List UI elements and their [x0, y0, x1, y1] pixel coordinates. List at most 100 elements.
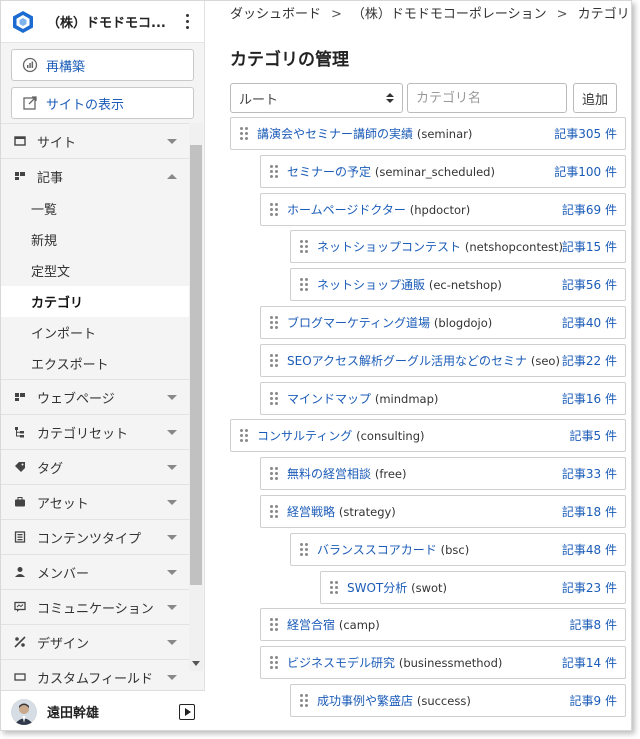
entry-count-link[interactable]: 記事40 件 [562, 314, 617, 331]
category-name[interactable]: 無料の経営相談 [287, 467, 371, 481]
category-row[interactable]: ネットショップ通販 (ec-netshop) 記事56 件 [290, 268, 626, 301]
breadcrumb-site[interactable]: （株）ドモドモコーポレーション [352, 7, 547, 22]
category-row[interactable]: 講演会やセミナー講師の実績 (seminar) 記事305 件 [230, 117, 626, 150]
parent-category-select[interactable]: ルート [230, 83, 403, 113]
entry-count-link[interactable]: 記事33 件 [562, 465, 617, 482]
entry-count-link[interactable]: 記事9 件 [570, 692, 617, 709]
sidebar-item-tag[interactable]: タグ [1, 449, 189, 484]
submenu-item-category[interactable]: カテゴリ [1, 286, 189, 317]
drag-handle-icon[interactable] [261, 609, 287, 640]
sidebar-item-communication[interactable]: コミュニケーション [1, 589, 189, 624]
entry-count-link[interactable]: 記事56 件 [562, 276, 617, 293]
category-row[interactable]: ブログマーケティング道場 (blogdojo) 記事40 件 [260, 306, 626, 339]
drag-handle-icon[interactable] [321, 572, 347, 603]
category-name-input[interactable] [407, 83, 567, 113]
sidebar-item-design[interactable]: デザイン [1, 624, 189, 659]
category-row[interactable]: 成功事例や繁盛店 (success) 記事9 件 [290, 684, 626, 717]
category-label[interactable]: ネットショップ通販 (ec-netshop) [317, 276, 562, 293]
category-name[interactable]: SEOアクセス解析グーグル活用などのセミナ [287, 354, 527, 368]
drag-handle-icon[interactable] [261, 194, 287, 225]
category-name[interactable]: コンサルティング [257, 429, 352, 443]
category-label[interactable]: 経営戦略 (strategy) [287, 503, 562, 520]
category-name[interactable]: ネットショップ通販 [317, 278, 425, 292]
category-name[interactable]: バランススコアカード [317, 543, 437, 557]
entry-count-link[interactable]: 記事8 件 [570, 616, 617, 633]
category-label[interactable]: ホームページドクター (hpdoctor) [287, 201, 562, 218]
entry-count-link[interactable]: 記事5 件 [570, 427, 617, 444]
category-label[interactable]: バランススコアカード (bsc) [317, 541, 562, 558]
drag-handle-icon[interactable] [261, 307, 287, 338]
category-label[interactable]: 講演会やセミナー講師の実績 (seminar) [257, 125, 554, 142]
entry-count-link[interactable]: 記事14 件 [562, 654, 617, 671]
sidebar-item-custom-field[interactable]: カスタムフィールド [1, 659, 189, 694]
submenu-item-new[interactable]: 新規 [1, 224, 189, 255]
entry-count-link[interactable]: 記事16 件 [562, 390, 617, 407]
category-label[interactable]: ネットショップコンテスト (netshopcontest) [317, 238, 562, 255]
category-name[interactable]: ホームページドクター [287, 203, 406, 217]
category-row[interactable]: 経営戦略 (strategy) 記事18 件 [260, 495, 626, 528]
category-name[interactable]: ビジネスモデル研究 [287, 656, 395, 670]
category-label[interactable]: コンサルティング (consulting) [257, 427, 570, 444]
category-name[interactable]: セミナーの予定 [287, 165, 371, 179]
category-row[interactable]: バランススコアカード (bsc) 記事48 件 [290, 533, 626, 566]
rebuild-button[interactable]: 再構築 [11, 49, 194, 81]
breadcrumb-dashboard[interactable]: ダッシュボード [230, 7, 321, 22]
category-name[interactable]: 経営合宿 [287, 618, 335, 632]
avatar[interactable] [11, 698, 37, 725]
category-label[interactable]: ビジネスモデル研究 (businessmethod) [287, 654, 562, 671]
category-name[interactable]: マインドマップ [287, 392, 371, 406]
drag-handle-icon[interactable] [261, 156, 287, 187]
drag-handle-icon[interactable] [261, 383, 287, 414]
entry-count-link[interactable]: 記事18 件 [562, 503, 617, 520]
submenu-item-export[interactable]: エクスポート [1, 348, 189, 379]
drag-handle-icon[interactable] [291, 534, 317, 565]
movable-type-logo-icon[interactable] [11, 10, 35, 34]
category-name[interactable]: 成功事例や繁盛店 [317, 694, 413, 708]
category-label[interactable]: セミナーの予定 (seminar_scheduled) [287, 163, 554, 180]
category-row[interactable]: マインドマップ (mindmap) 記事16 件 [260, 382, 626, 415]
entry-count-link[interactable]: 記事23 件 [562, 579, 617, 596]
drag-handle-icon[interactable] [261, 458, 287, 489]
entry-count-link[interactable]: 記事22 件 [562, 352, 617, 369]
play-icon[interactable] [179, 703, 195, 720]
drag-handle-icon[interactable] [261, 496, 287, 527]
category-label[interactable]: 無料の経営相談 (free) [287, 465, 562, 482]
sidebar-item-webpage[interactable]: ウェブページ [1, 379, 189, 414]
sidebar-item-member[interactable]: メンバー [1, 554, 189, 589]
user-name[interactable]: 遠田幹雄 [47, 702, 179, 721]
category-row[interactable]: ビジネスモデル研究 (businessmethod) 記事14 件 [260, 646, 626, 679]
entry-count-link[interactable]: 記事305 件 [554, 125, 617, 142]
drag-handle-icon[interactable] [261, 647, 287, 678]
drag-handle-icon[interactable] [261, 345, 287, 376]
drag-handle-icon[interactable] [291, 269, 317, 300]
category-row[interactable]: 無料の経営相談 (free) 記事33 件 [260, 457, 626, 490]
view-site-button[interactable]: サイトの表示 [11, 87, 194, 119]
add-button[interactable]: 追加 [573, 83, 617, 113]
submenu-item-list[interactable]: 一覧 [1, 193, 189, 224]
entry-count-link[interactable]: 記事48 件 [562, 541, 617, 558]
sidebar-scrollbar-thumb[interactable] [190, 145, 202, 585]
scroll-down-arrow-icon[interactable] [192, 661, 200, 666]
drag-handle-icon[interactable] [231, 118, 257, 149]
entry-count-link[interactable]: 記事100 件 [554, 163, 617, 180]
category-label[interactable]: ブログマーケティング道場 (blogdojo) [287, 314, 562, 331]
category-name[interactable]: SWOT分析 [347, 581, 407, 595]
category-row[interactable]: コンサルティング (consulting) 記事5 件 [230, 419, 626, 452]
category-row[interactable]: SWOT分析 (swot) 記事23 件 [320, 571, 626, 604]
sidebar-item-asset[interactable]: アセット [1, 484, 189, 519]
sidebar-item-site[interactable]: サイト [1, 123, 189, 158]
category-name[interactable]: 経営戦略 [287, 505, 335, 519]
sidebar-item-content-type[interactable]: コンテンツタイプ [1, 519, 189, 554]
drag-handle-icon[interactable] [291, 231, 317, 262]
category-name[interactable]: 講演会やセミナー講師の実績 [257, 127, 413, 141]
category-label[interactable]: 経営合宿 (camp) [287, 616, 570, 633]
entry-count-link[interactable]: 記事69 件 [562, 201, 617, 218]
entry-count-link[interactable]: 記事15 件 [562, 238, 617, 255]
submenu-item-boilerplate[interactable]: 定型文 [1, 255, 189, 286]
category-label[interactable]: SEOアクセス解析グーグル活用などのセミナ (seo) [287, 352, 562, 369]
site-name[interactable]: （株）ドモドモコ... [47, 12, 180, 31]
category-label[interactable]: SWOT分析 (swot) [347, 579, 562, 596]
submenu-item-import[interactable]: インポート [1, 317, 189, 348]
sidebar-item-entry[interactable]: 記事 [1, 158, 189, 193]
category-row[interactable]: SEOアクセス解析グーグル活用などのセミナ (seo) 記事22 件 [260, 344, 626, 377]
